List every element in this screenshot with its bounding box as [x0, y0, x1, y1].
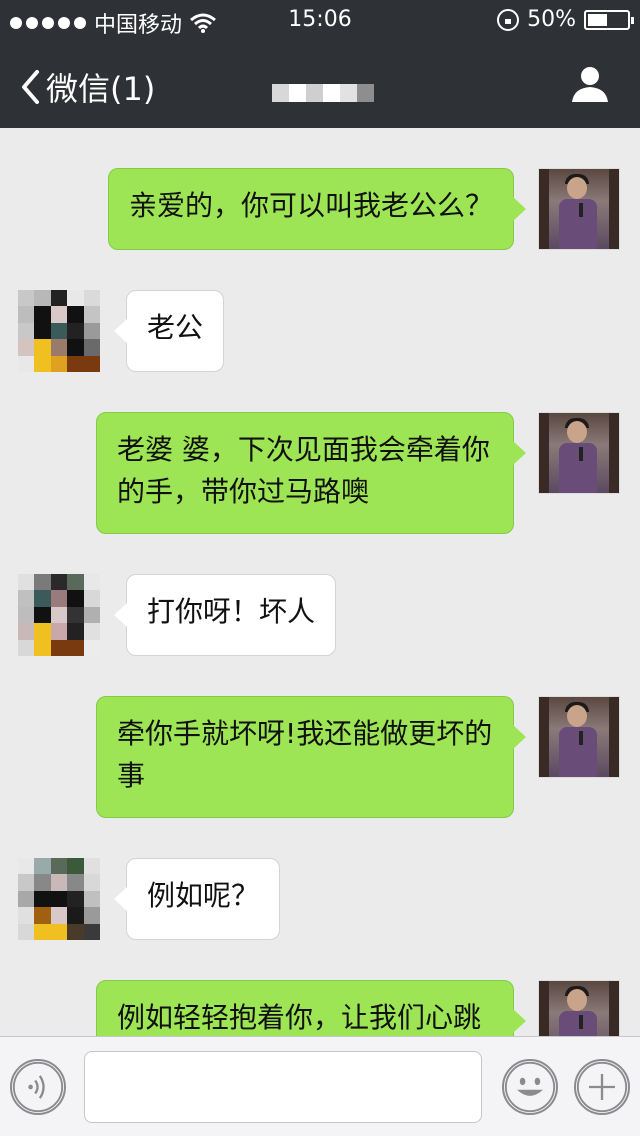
chat-title-pixelated [272, 84, 374, 102]
message-text: 例如呢？ [147, 879, 260, 912]
message-bubble-incoming[interactable]: 老公 [114, 290, 224, 372]
voice-icon[interactable] [10, 1059, 66, 1115]
message-text: 牵你手就坏呀!我还能做更坏的事 [117, 717, 493, 792]
message-text: 老婆 婆，下次见面我会牵着你的手，带你过马路噢 [117, 433, 490, 508]
battery-percent: 50% [527, 7, 576, 32]
message-text: 打你呀！坏人 [147, 595, 316, 628]
message-bubble-incoming[interactable]: 例如呢？ [114, 858, 280, 940]
rotation-lock-icon [497, 8, 520, 31]
message-bubble-outgoing[interactable]: 牵你手就坏呀!我还能做更坏的事 [96, 696, 526, 818]
my-avatar[interactable] [538, 412, 620, 494]
message-text: 例如轻轻抱着你，让我们心跳 [117, 1001, 482, 1034]
contact-avatar-pixelated[interactable] [18, 574, 100, 656]
message-text: 亲爱的，你可以叫我老公么？ [129, 189, 494, 222]
chat-area[interactable]: 亲爱的，你可以叫我老公么？ 老公 老婆 婆，下次见面我会牵着你的手，带你过马路噢… [0, 128, 640, 1036]
chevron-left-icon [22, 70, 39, 104]
my-avatar[interactable] [538, 980, 620, 1036]
battery-fill [588, 13, 607, 26]
person-icon[interactable] [570, 64, 610, 104]
my-avatar[interactable] [538, 696, 620, 778]
input-bar [0, 1036, 640, 1136]
message-bubble-outgoing[interactable]: 老婆 婆，下次见面我会牵着你的手，带你过马路噢 [96, 412, 526, 534]
contact-avatar-pixelated[interactable] [18, 290, 100, 372]
message-bubble-outgoing[interactable]: 亲爱的，你可以叫我老公么？ [108, 168, 526, 250]
status-bar: 中国移动 15:06 50% [0, 0, 640, 40]
my-avatar[interactable] [538, 168, 620, 250]
emoji-icon[interactable] [502, 1059, 558, 1115]
back-label: 微信(1) [46, 70, 156, 108]
message-text: 老公 [147, 311, 204, 344]
status-right: 50% [497, 7, 634, 32]
message-bubble-outgoing[interactable]: 例如轻轻抱着你，让我们心跳 [96, 980, 526, 1036]
plus-icon[interactable] [574, 1059, 630, 1115]
message-bubble-incoming[interactable]: 打你呀！坏人 [114, 574, 336, 656]
message-input[interactable] [84, 1051, 482, 1123]
contact-avatar-pixelated[interactable] [18, 858, 100, 940]
battery-icon [584, 9, 634, 30]
nav-bar: 微信(1) [0, 40, 640, 128]
back-button[interactable]: 微信(1) [20, 64, 155, 110]
